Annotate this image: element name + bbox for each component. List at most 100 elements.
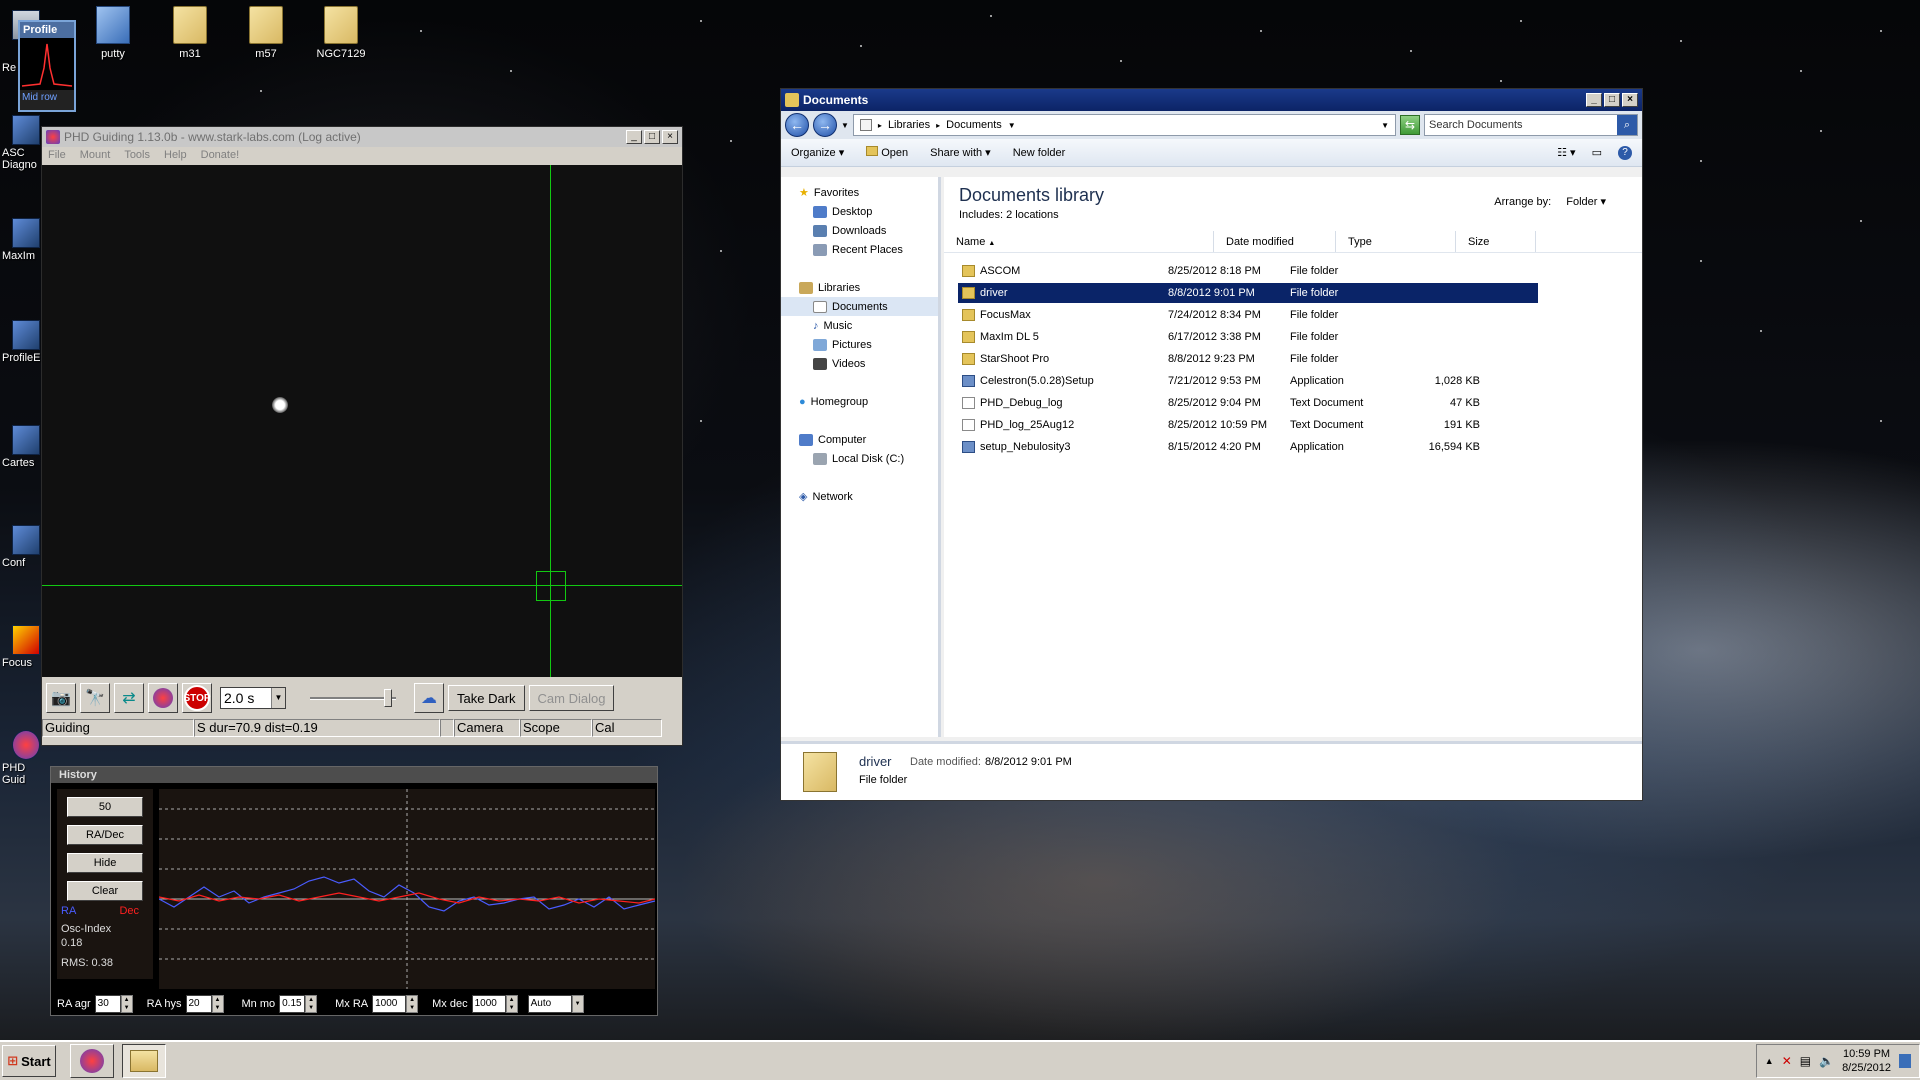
max-ra-spinner[interactable]: 1000 ▲ ▼: [372, 995, 419, 1013]
show-hidden-icons-icon[interactable]: ▲: [1765, 1056, 1774, 1066]
nav-recent-places[interactable]: Recent Places: [781, 240, 938, 259]
ra-aggressiveness-spinner[interactable]: 30 ▲ ▼: [94, 995, 133, 1013]
nav-libraries[interactable]: Libraries: [781, 278, 938, 297]
chevron-down-icon[interactable]: ▼: [1381, 121, 1389, 130]
menu-tools[interactable]: Tools: [124, 149, 150, 163]
nav-downloads[interactable]: Downloads: [781, 221, 938, 240]
maximize-button[interactable]: □: [644, 130, 660, 144]
min-motion-spinner[interactable]: 0.15 ▲ ▼: [279, 995, 318, 1013]
nav-music[interactable]: ♪ Music: [781, 316, 938, 335]
minimize-button[interactable]: _: [1586, 93, 1602, 107]
file-row[interactable]: setup_Nebulosity3 8/15/2012 4:20 PM Applic…: [958, 437, 1538, 457]
file-row[interactable]: MaxIm DL 5 6/17/2012 3:38 PM File folder: [958, 327, 1538, 347]
desktop-icon-cartes[interactable]: Cartes: [2, 425, 46, 469]
library-includes[interactable]: Includes: 2 locations: [959, 209, 1059, 221]
chevron-down-icon[interactable]: ▼: [841, 121, 849, 130]
camera-connect-button[interactable]: 📷: [46, 683, 76, 713]
desktop-icon-ngc7129[interactable]: NGC7129: [306, 6, 376, 60]
file-row[interactable]: PHD_Debug_log 8/25/2012 9:04 PM Text Docum…: [958, 393, 1538, 413]
dec-mode-select[interactable]: Auto ▼: [527, 995, 584, 1013]
profile-widget[interactable]: Profile Mid row: [18, 20, 76, 112]
forward-button[interactable]: →: [813, 113, 837, 137]
column-date-modified[interactable]: Date modified: [1214, 231, 1336, 252]
gamma-slider[interactable]: [310, 687, 396, 709]
nav-videos[interactable]: Videos: [781, 354, 938, 373]
desktop-icon-focus[interactable]: Focus: [2, 625, 46, 669]
brain-button[interactable]: ☁: [414, 683, 444, 713]
file-row[interactable]: FocusMax 7/24/2012 8:34 PM File folder: [958, 305, 1538, 325]
spinner-arrows-icon[interactable]: ▲ ▼: [505, 995, 518, 1013]
help-icon[interactable]: ?: [1618, 145, 1632, 160]
phd-titlebar[interactable]: PHD Guiding 1.13.0b - www.stark-labs.com…: [42, 127, 682, 147]
desktop-icon-conf[interactable]: Conf: [2, 525, 46, 569]
breadcrumb-documents[interactable]: Documents: [946, 119, 1002, 131]
hide-button[interactable]: Hide: [67, 853, 143, 873]
history-length-button[interactable]: 50: [67, 797, 143, 817]
menu-mount[interactable]: Mount: [80, 149, 111, 163]
history-titlebar[interactable]: History: [51, 767, 657, 783]
spinner-arrows-icon[interactable]: ▲ ▼: [406, 995, 419, 1013]
camera-view[interactable]: [42, 165, 682, 677]
mount-connect-button[interactable]: 🔭: [80, 683, 110, 713]
column-name[interactable]: Name ▲: [944, 231, 1214, 252]
open-button[interactable]: Open: [866, 146, 908, 159]
address-bar[interactable]: ▸ Libraries ▸ Documents ▼ ▼: [852, 114, 1396, 136]
chevron-down-icon[interactable]: ▼: [1008, 121, 1016, 130]
nav-network[interactable]: ◈ Network: [781, 487, 938, 506]
nav-favorites[interactable]: ★ Favorites: [781, 183, 938, 202]
explorer-window[interactable]: Documents _ □ × ← → ▼ ▸ Libraries ▸ Docu…: [780, 88, 1643, 801]
desktop-icon-maxim[interactable]: MaxIm: [2, 218, 46, 262]
nav-computer[interactable]: Computer: [781, 430, 938, 449]
cam-dialog-button[interactable]: Cam Dialog: [528, 685, 615, 711]
column-type[interactable]: Type: [1336, 231, 1456, 252]
file-row[interactable]: driver 8/8/2012 9:01 PM File folder: [958, 283, 1538, 303]
back-button[interactable]: ←: [785, 113, 809, 137]
exposure-select[interactable]: 2.0 s ▼: [220, 687, 286, 709]
desktop-icon-phd[interactable]: PHD Guid: [2, 730, 46, 786]
new-folder-button[interactable]: New folder: [1013, 147, 1066, 159]
spinner-arrows-icon[interactable]: ▲ ▼: [120, 995, 133, 1013]
close-button[interactable]: ×: [1622, 93, 1638, 107]
explorer-titlebar[interactable]: Documents _ □ ×: [781, 89, 1642, 111]
view-options-icon[interactable]: ☷ ▾: [1557, 146, 1575, 160]
ra-hysteresis-spinner[interactable]: 20 ▲ ▼: [185, 995, 224, 1013]
nav-pictures[interactable]: Pictures: [781, 335, 938, 354]
nav-homegroup[interactable]: ● Homegroup: [781, 392, 938, 411]
nav-desktop[interactable]: Desktop: [781, 202, 938, 221]
maximize-button[interactable]: □: [1604, 93, 1620, 107]
desktop-icon-profile-editor[interactable]: ProfileE: [2, 320, 46, 364]
chevron-down-icon[interactable]: ▼: [571, 995, 584, 1013]
share-with-button[interactable]: Share with ▾: [930, 146, 991, 159]
file-row[interactable]: StarShoot Pro 8/8/2012 9:23 PM File folder: [958, 349, 1538, 369]
show-desktop-icon[interactable]: [1899, 1054, 1911, 1068]
history-window[interactable]: History 50 RA/Dec Hide Clear RA Dec Osc-…: [50, 766, 658, 1016]
refresh-button[interactable]: ⇆: [1400, 115, 1420, 135]
search-icon[interactable]: ⌕: [1617, 115, 1637, 135]
arrange-select[interactable]: Folder ▾: [1566, 196, 1606, 208]
clear-button[interactable]: Clear: [67, 881, 143, 901]
ra-dec-button[interactable]: RA/Dec: [67, 825, 143, 845]
desktop-icon-m31[interactable]: m31: [155, 6, 225, 60]
action-center-icon[interactable]: ✕: [1782, 1054, 1792, 1068]
menu-help[interactable]: Help: [164, 149, 187, 163]
desktop-icon-ascom-diagnostics[interactable]: ASC Diagno: [2, 115, 46, 171]
menu-file[interactable]: File: [48, 149, 66, 163]
clock[interactable]: 10:59 PM 8/25/2012: [1842, 1047, 1891, 1075]
max-dec-spinner[interactable]: 1000 ▲ ▼: [471, 995, 518, 1013]
close-button[interactable]: ×: [662, 130, 678, 144]
file-row[interactable]: ASCOM 8/25/2012 8:18 PM File folder: [958, 261, 1538, 281]
take-dark-button[interactable]: Take Dark: [448, 685, 525, 711]
slider-thumb[interactable]: [384, 689, 392, 707]
column-size[interactable]: Size: [1456, 231, 1536, 252]
spinner-arrows-icon[interactable]: ▲ ▼: [211, 995, 224, 1013]
organize-button[interactable]: Organize ▾: [791, 146, 844, 159]
volume-icon[interactable]: 🔈: [1819, 1054, 1834, 1068]
preview-pane-icon[interactable]: ▭: [1592, 146, 1602, 160]
file-row[interactable]: Celestron(5.0.28)Setup 7/21/2012 9:53 PM A…: [958, 371, 1538, 391]
file-row[interactable]: PHD_log_25Aug12 8/25/2012 10:59 PM Text Do…: [958, 415, 1538, 435]
desktop-icon-putty[interactable]: putty: [78, 6, 148, 60]
guide-button[interactable]: [148, 683, 178, 713]
breadcrumb-libraries[interactable]: Libraries: [888, 119, 930, 131]
start-button[interactable]: ⊞ Start: [2, 1045, 56, 1077]
search-input[interactable]: Search Documents ⌕: [1424, 114, 1638, 136]
